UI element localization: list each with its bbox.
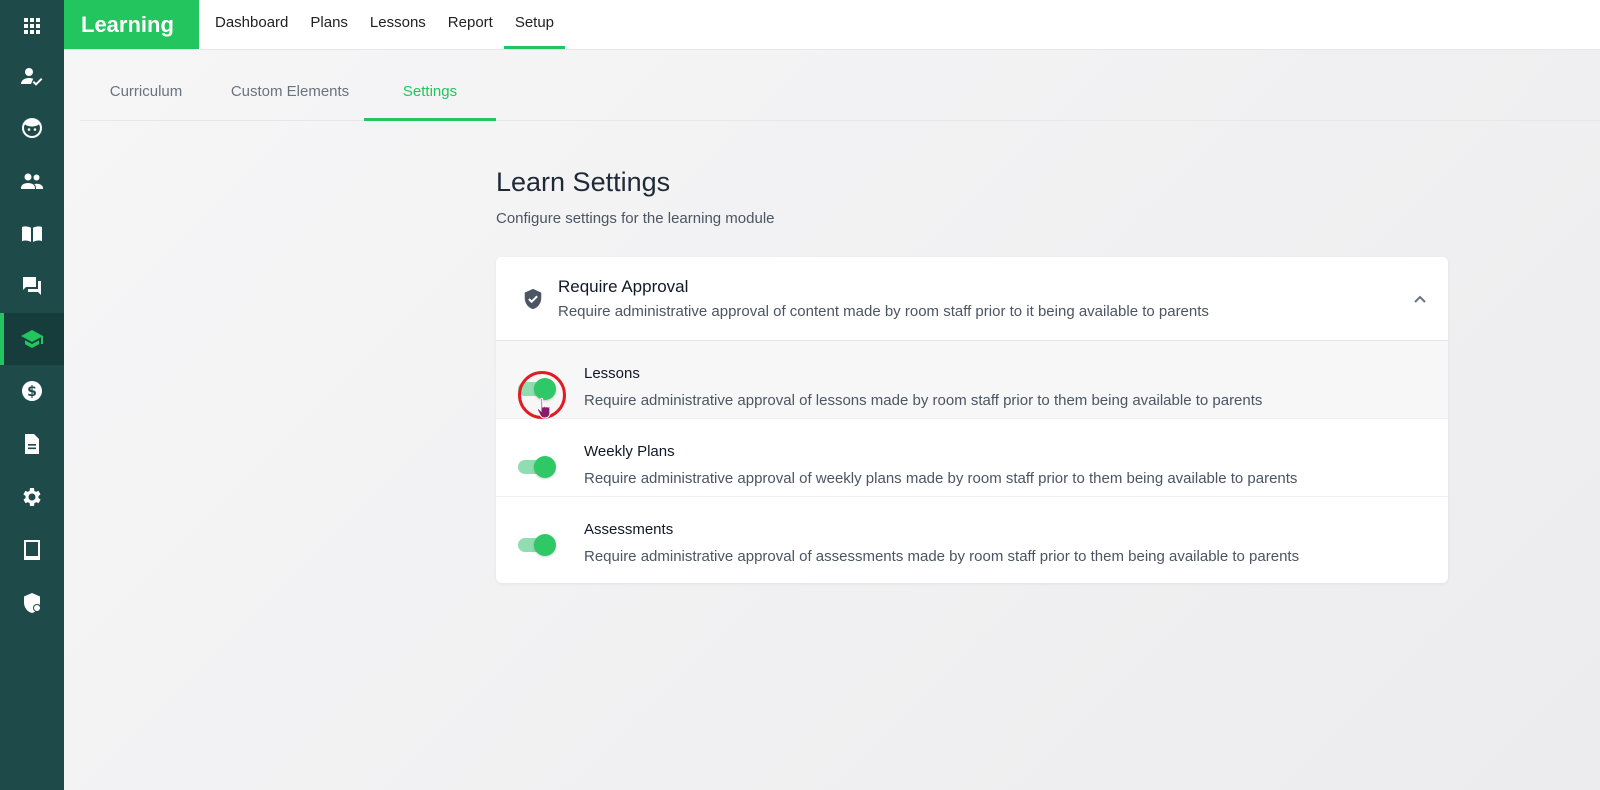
card-title: Require Approval [558,277,689,296]
document-icon[interactable] [0,418,64,470]
card-header[interactable]: Require Approval Require administrative … [496,257,1448,341]
setting-row-assessments: Assessments Require administrative appro… [496,497,1448,575]
tab-custom-elements[interactable]: Custom Elements [210,50,370,121]
child-face-icon[interactable] [0,102,64,154]
shield-check-icon [524,288,542,310]
nav-report[interactable]: Report [437,0,504,49]
row-title: Weekly Plans [584,443,675,460]
assessments-toggle[interactable] [518,534,556,556]
chevron-up-icon[interactable] [1412,291,1428,307]
toggle-knob [534,534,556,556]
chat-icon[interactable] [0,260,64,312]
row-title: Assessments [584,521,674,538]
gear-icon[interactable] [0,471,64,523]
person-check-icon[interactable] [0,50,64,102]
toggle-knob [534,456,556,478]
hand-cursor-icon [536,397,551,419]
top-nav: Dashboard Plans Lessons Report Setup [204,0,566,49]
setting-row-lessons: Lessons Require administrative approval … [496,341,1448,419]
apps-grid-icon[interactable] [0,0,64,52]
page-subtitle: Configure settings for the learning modu… [496,210,775,227]
row-description: Require administrative approval of weekl… [584,470,1298,487]
svg-text:$: $ [27,384,37,400]
book-icon[interactable] [0,208,64,260]
tab-curriculum[interactable]: Curriculum [96,50,196,121]
nav-lessons[interactable]: Lessons [359,0,437,49]
settings-tabs: Curriculum Custom Elements Settings [80,50,1600,121]
row-description: Require administrative approval of lesso… [584,392,1263,409]
app-brand[interactable]: Learning [64,0,199,49]
page-title: Learn Settings [496,167,671,197]
row-title: Lessons [584,365,640,382]
main-content: Curriculum Custom Elements Settings Lear… [64,50,1600,790]
people-icon[interactable] [0,155,64,207]
setting-row-weekly-plans: Weekly Plans Require administrative appr… [496,419,1448,497]
shield-lock-icon[interactable] [0,577,64,629]
weekly-plans-toggle[interactable] [518,456,556,478]
top-bar: Learning Dashboard Plans Lessons Report … [64,0,1600,50]
nav-dashboard[interactable]: Dashboard [204,0,299,49]
sidebar: $ [0,0,64,790]
school-icon[interactable] [0,313,64,365]
require-approval-card: Require Approval Require administrative … [496,257,1448,583]
card-description: Require administrative approval of conte… [558,303,1209,320]
nav-setup[interactable]: Setup [503,0,566,49]
dollar-icon[interactable]: $ [0,365,64,417]
tab-settings[interactable]: Settings [364,50,496,121]
nav-plans[interactable]: Plans [299,0,359,49]
tablet-icon[interactable] [0,524,64,576]
row-description: Require administrative approval of asses… [584,548,1300,565]
